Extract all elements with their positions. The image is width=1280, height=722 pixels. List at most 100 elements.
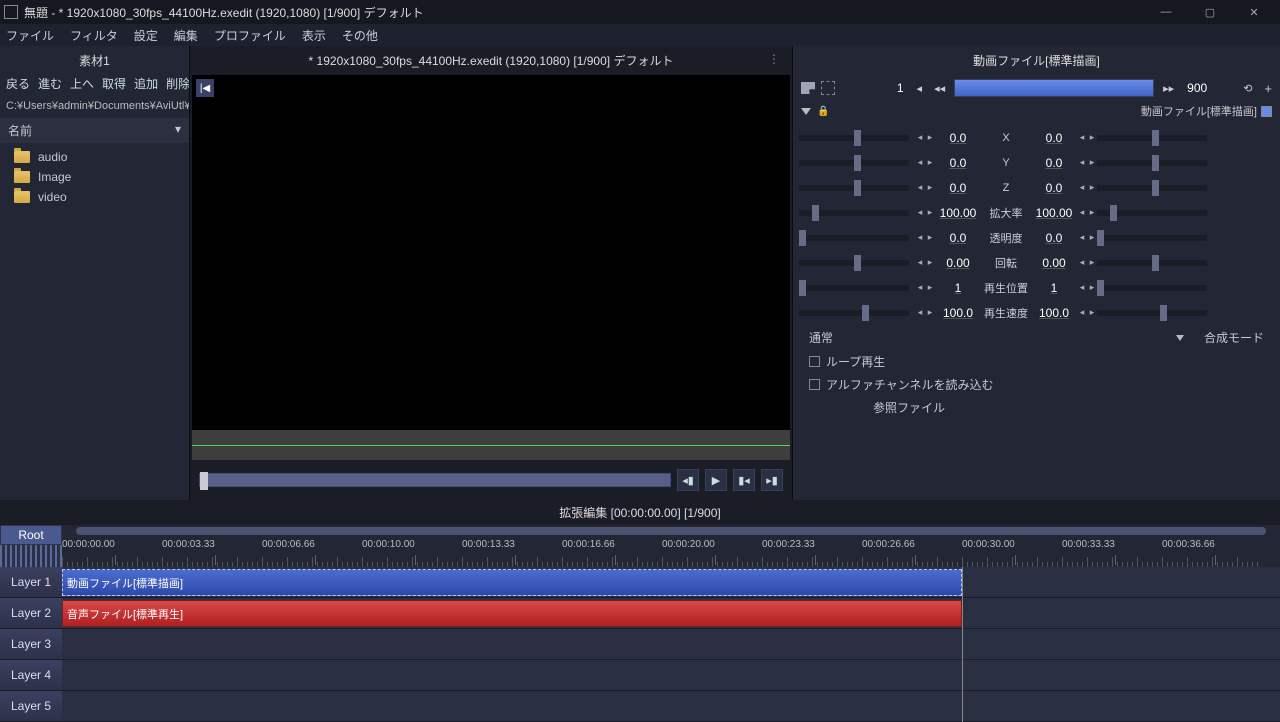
value-left[interactable]: 0.0 (935, 156, 981, 170)
step-right-icon[interactable]: ▸ (1087, 182, 1097, 193)
step-right-icon[interactable]: ▸ (1087, 207, 1097, 218)
nav-add[interactable]: 追加 (134, 75, 158, 92)
flag-icon[interactable] (801, 82, 815, 94)
value-right[interactable]: 100.00 (1031, 206, 1077, 220)
asset-item[interactable]: video (0, 187, 189, 207)
value-left[interactable]: 100.0 (935, 306, 981, 320)
value-right[interactable]: 0.0 (1031, 156, 1077, 170)
slider-right[interactable] (1097, 135, 1207, 141)
nav-up[interactable]: 上へ (70, 75, 94, 92)
step-left-icon[interactable]: ◂ (1077, 232, 1087, 243)
step-left-icon[interactable]: ◂ (1077, 257, 1087, 268)
slider-left[interactable] (799, 135, 909, 141)
slider-left[interactable] (799, 185, 909, 191)
step-left-icon[interactable]: ◂ (915, 157, 925, 168)
forward-button[interactable]: ▸▸ (1160, 82, 1177, 95)
frame-to[interactable]: 900 (1183, 81, 1211, 95)
layer-label-2[interactable]: Layer 2 (0, 598, 62, 629)
goto-start-icon[interactable]: |◀ (196, 79, 214, 97)
prev-keyframe-button[interactable]: ◂▮ (677, 469, 699, 491)
step-left-icon[interactable]: ◂ (915, 282, 925, 293)
step-left-icon[interactable]: ◂ (915, 257, 925, 268)
track-2[interactable]: 音声ファイル[標準再生] (62, 598, 1280, 629)
value-left[interactable]: 1 (935, 281, 981, 295)
slider-right[interactable] (1097, 185, 1207, 191)
value-right[interactable]: 0.0 (1031, 131, 1077, 145)
step-right-icon[interactable]: ▸ (1087, 257, 1097, 268)
nav-get[interactable]: 取得 (102, 75, 126, 92)
value-left[interactable]: 0.0 (935, 231, 981, 245)
first-frame-button[interactable]: ▮◂ (733, 469, 755, 491)
step-left-icon[interactable]: ◂ (915, 232, 925, 243)
timeline-scrollbar[interactable] (76, 527, 1266, 535)
expand-icon[interactable] (801, 108, 811, 115)
layer-label-4[interactable]: Layer 4 (0, 660, 62, 691)
slider-right[interactable] (1097, 285, 1207, 291)
minimize-button[interactable]: — (1144, 0, 1188, 24)
layer-label-5[interactable]: Layer 5 (0, 691, 62, 722)
menu-profile[interactable]: プロファイル (214, 27, 286, 44)
value-right[interactable]: 0.0 (1031, 181, 1077, 195)
timeline-overview[interactable] (0, 545, 62, 567)
asset-item[interactable]: audio (0, 147, 189, 167)
loop-checkbox[interactable] (809, 356, 820, 367)
value-left[interactable]: 0.00 (935, 256, 981, 270)
track-5[interactable] (62, 691, 1280, 722)
step-left-icon[interactable]: ◂ (1077, 132, 1087, 143)
step-left-icon[interactable]: ◂ (915, 182, 925, 193)
step-right-icon[interactable]: ▸ (1087, 132, 1097, 143)
step-right-icon[interactable]: ▸ (925, 282, 935, 293)
lock-icon[interactable]: 🔒 (817, 106, 829, 117)
menu-other[interactable]: その他 (342, 27, 378, 44)
maximize-button[interactable]: ▢ (1188, 0, 1232, 24)
slider-left[interactable] (799, 285, 909, 291)
preview-menu-icon[interactable]: ⋮ (768, 52, 781, 66)
value-right[interactable]: 0.00 (1031, 256, 1077, 270)
track-4[interactable] (62, 660, 1280, 691)
step-right-icon[interactable]: ▸ (1087, 232, 1097, 243)
nav-delete[interactable]: 削除 (166, 75, 189, 92)
step-right-icon[interactable]: ▸ (925, 257, 935, 268)
value-right[interactable]: 0.0 (1031, 231, 1077, 245)
slider-left[interactable] (799, 310, 909, 316)
slider-right[interactable] (1097, 310, 1207, 316)
alpha-checkbox[interactable] (809, 379, 820, 390)
step-right-icon[interactable]: ▸ (925, 307, 935, 318)
step-right-icon[interactable]: ▸ (925, 232, 935, 243)
value-right[interactable]: 100.0 (1031, 306, 1077, 320)
layer-label-3[interactable]: Layer 3 (0, 629, 62, 660)
blend-value[interactable]: 通常 (809, 329, 833, 346)
track-1[interactable]: 動画ファイル[標準描画] (62, 567, 1280, 598)
asset-header-name[interactable]: 名前 (8, 122, 32, 139)
nav-forward[interactable]: 進む (38, 75, 62, 92)
step-right-icon[interactable]: ▸ (1087, 157, 1097, 168)
asset-header-dropdown-icon[interactable]: ▾ (175, 122, 181, 139)
menu-setting[interactable]: 設定 (134, 27, 158, 44)
slider-left[interactable] (799, 160, 909, 166)
step-right-icon[interactable]: ▸ (925, 157, 935, 168)
swap-icon[interactable]: ⟲ (1243, 82, 1252, 95)
step-left-icon[interactable]: ◂ (1077, 157, 1087, 168)
track-3[interactable] (62, 629, 1280, 660)
layer-label-1[interactable]: Layer 1 (0, 567, 62, 598)
seek-bar[interactable] (199, 473, 671, 487)
asset-item[interactable]: Image (0, 167, 189, 187)
clip-audio[interactable]: 音声ファイル[標準再生] (62, 600, 962, 627)
value-right[interactable]: 1 (1031, 281, 1077, 295)
blend-dropdown-icon[interactable] (1176, 335, 1184, 341)
ref-file-label[interactable]: 参照ファイル (873, 399, 945, 416)
value-left[interactable]: 100.00 (935, 206, 981, 220)
menu-view[interactable]: 表示 (302, 27, 326, 44)
step-left-icon[interactable]: ◂ (1077, 282, 1087, 293)
timeline-root[interactable]: Root (0, 525, 62, 545)
slider-left[interactable] (799, 260, 909, 266)
add-icon[interactable]: + (1258, 81, 1272, 96)
value-left[interactable]: 0.0 (935, 181, 981, 195)
timeline-ruler[interactable]: 00:00:00.0000:00:03.3300:00:06.6600:00:1… (62, 525, 1280, 567)
slider-right[interactable] (1097, 160, 1207, 166)
step-left-icon[interactable]: ◂ (1077, 307, 1087, 318)
selection-icon[interactable] (821, 81, 835, 95)
step-back-button[interactable]: ◂ (914, 82, 926, 95)
step-right-icon[interactable]: ▸ (925, 182, 935, 193)
slider-right[interactable] (1097, 260, 1207, 266)
